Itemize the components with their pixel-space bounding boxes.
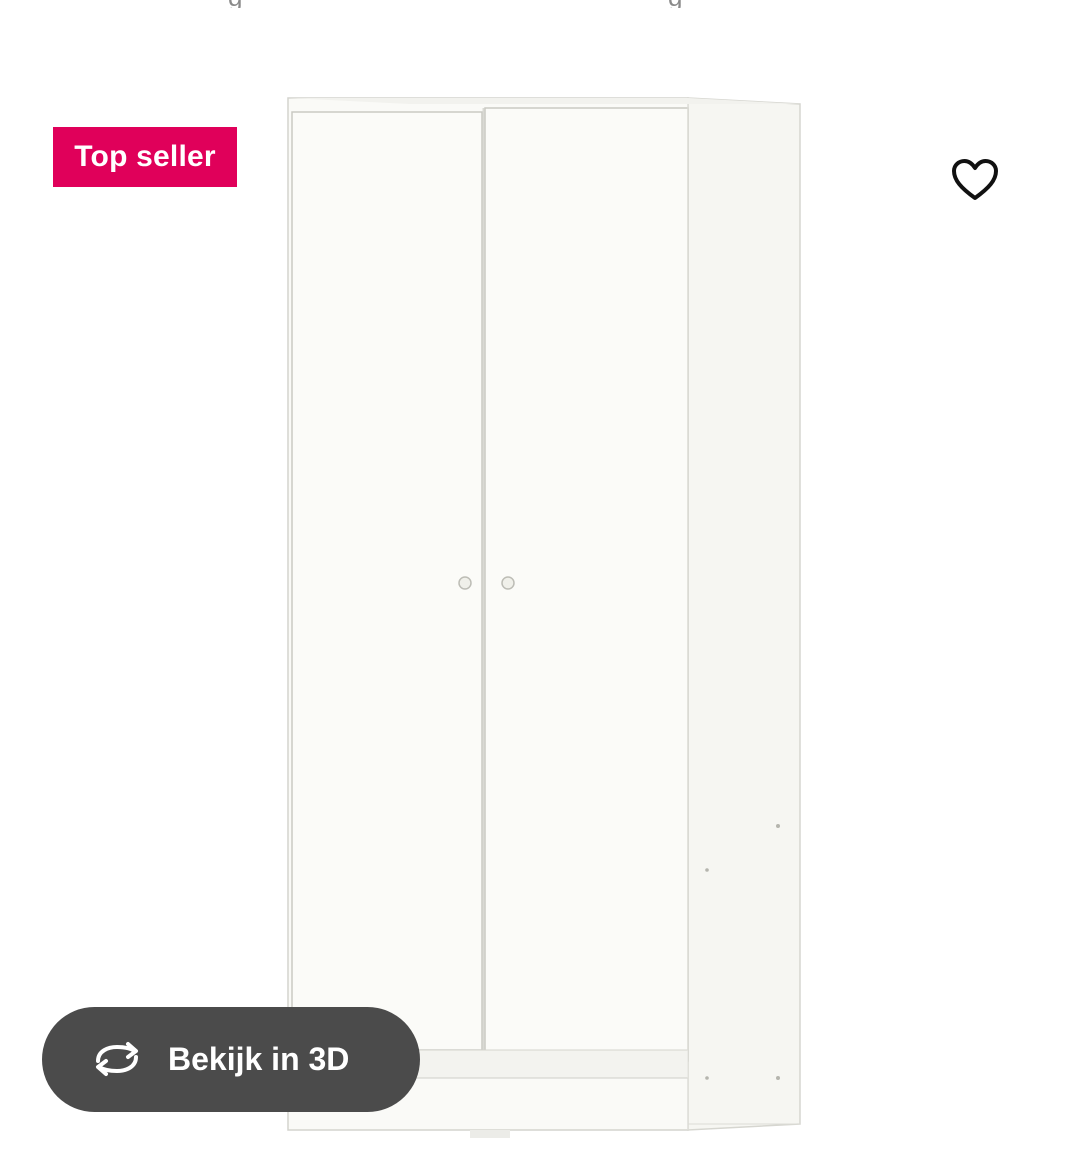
favorite-button[interactable] bbox=[947, 152, 1003, 208]
product-gallery: Top seller Bekijk in 3D bbox=[0, 0, 1080, 1155]
rotate-3d-icon bbox=[96, 1042, 138, 1076]
top-seller-badge: Top seller bbox=[53, 127, 237, 187]
heart-outline-icon bbox=[952, 159, 998, 200]
view-in-3d-button[interactable]: Bekijk in 3D bbox=[42, 1007, 420, 1112]
view-in-3d-label: Bekijk in 3D bbox=[168, 1041, 350, 1077]
wardrobe-image[interactable] bbox=[270, 90, 810, 1140]
